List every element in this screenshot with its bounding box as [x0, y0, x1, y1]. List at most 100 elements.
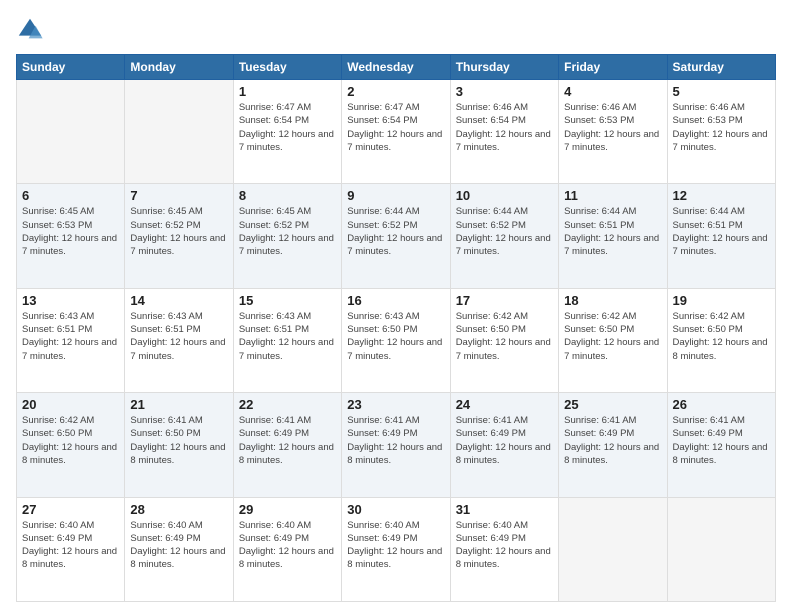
calendar-day-cell: 14 Sunrise: 6:43 AMSunset: 6:51 PMDayligh… — [125, 288, 233, 392]
day-info: Sunrise: 6:46 AMSunset: 6:53 PMDaylight:… — [673, 101, 770, 154]
calendar-day-cell: 7 Sunrise: 6:45 AMSunset: 6:52 PMDaylight… — [125, 184, 233, 288]
day-info: Sunrise: 6:45 AMSunset: 6:52 PMDaylight:… — [239, 205, 336, 258]
day-number: 5 — [673, 84, 770, 99]
day-number: 13 — [22, 293, 119, 308]
day-number: 26 — [673, 397, 770, 412]
day-info: Sunrise: 6:41 AMSunset: 6:50 PMDaylight:… — [130, 414, 227, 467]
logo — [16, 16, 48, 44]
calendar-day-cell: 3 Sunrise: 6:46 AMSunset: 6:54 PMDaylight… — [450, 80, 558, 184]
calendar-day-cell: 20 Sunrise: 6:42 AMSunset: 6:50 PMDayligh… — [17, 393, 125, 497]
day-info: Sunrise: 6:41 AMSunset: 6:49 PMDaylight:… — [564, 414, 661, 467]
day-info: Sunrise: 6:47 AMSunset: 6:54 PMDaylight:… — [347, 101, 444, 154]
day-info: Sunrise: 6:42 AMSunset: 6:50 PMDaylight:… — [564, 310, 661, 363]
day-number: 21 — [130, 397, 227, 412]
calendar-week-row: 1 Sunrise: 6:47 AMSunset: 6:54 PMDaylight… — [17, 80, 776, 184]
day-number: 22 — [239, 397, 336, 412]
calendar-day-cell: 1 Sunrise: 6:47 AMSunset: 6:54 PMDaylight… — [233, 80, 341, 184]
day-info: Sunrise: 6:42 AMSunset: 6:50 PMDaylight:… — [673, 310, 770, 363]
day-number: 4 — [564, 84, 661, 99]
day-number: 17 — [456, 293, 553, 308]
calendar-table: SundayMondayTuesdayWednesdayThursdayFrid… — [16, 54, 776, 602]
calendar-day-cell: 31 Sunrise: 6:40 AMSunset: 6:49 PMDayligh… — [450, 497, 558, 601]
calendar-day-cell: 23Sunrise: 6:41 AMSunset: 6:49 PMDayligh… — [342, 393, 450, 497]
calendar-day-cell: 16 Sunrise: 6:43 AMSunset: 6:50 PMDayligh… — [342, 288, 450, 392]
calendar-day-cell: 13 Sunrise: 6:43 AMSunset: 6:51 PMDayligh… — [17, 288, 125, 392]
day-number: 8 — [239, 188, 336, 203]
day-number: 6 — [22, 188, 119, 203]
day-number: 14 — [130, 293, 227, 308]
day-info: Sunrise: 6:44 AMSunset: 6:52 PMDaylight:… — [456, 205, 553, 258]
day-info: Sunrise: 6:45 AMSunset: 6:53 PMDaylight:… — [22, 205, 119, 258]
calendar-body: 1 Sunrise: 6:47 AMSunset: 6:54 PMDaylight… — [17, 80, 776, 602]
day-info: Sunrise: 6:44 AMSunset: 6:51 PMDaylight:… — [673, 205, 770, 258]
calendar-day-cell — [559, 497, 667, 601]
calendar-day-cell: 28 Sunrise: 6:40 AMSunset: 6:49 PMDayligh… — [125, 497, 233, 601]
calendar-day-cell: 11Sunrise: 6:44 AMSunset: 6:51 PMDayligh… — [559, 184, 667, 288]
day-number: 30 — [347, 502, 444, 517]
calendar-week-row: 20 Sunrise: 6:42 AMSunset: 6:50 PMDayligh… — [17, 393, 776, 497]
day-number: 1 — [239, 84, 336, 99]
day-info: Sunrise: 6:40 AMSunset: 6:49 PMDaylight:… — [239, 519, 336, 572]
calendar-day-cell: 12 Sunrise: 6:44 AMSunset: 6:51 PMDayligh… — [667, 184, 775, 288]
day-info: Sunrise: 6:45 AMSunset: 6:52 PMDaylight:… — [130, 205, 227, 258]
page-container: SundayMondayTuesdayWednesdayThursdayFrid… — [0, 0, 792, 612]
calendar-day-cell: 5 Sunrise: 6:46 AMSunset: 6:53 PMDaylight… — [667, 80, 775, 184]
day-info: Sunrise: 6:43 AMSunset: 6:51 PMDaylight:… — [22, 310, 119, 363]
calendar-day-cell: 6 Sunrise: 6:45 AMSunset: 6:53 PMDaylight… — [17, 184, 125, 288]
day-number: 18 — [564, 293, 661, 308]
day-number: 12 — [673, 188, 770, 203]
day-info: Sunrise: 6:40 AMSunset: 6:49 PMDaylight:… — [130, 519, 227, 572]
day-number: 15 — [239, 293, 336, 308]
day-info: Sunrise: 6:41 AMSunset: 6:49 PMDaylight:… — [239, 414, 336, 467]
logo-icon — [16, 16, 44, 44]
day-info: Sunrise: 6:41 AMSunset: 6:49 PMDaylight:… — [673, 414, 770, 467]
calendar-day-cell: 30Sunrise: 6:40 AMSunset: 6:49 PMDayligh… — [342, 497, 450, 601]
calendar-day-cell: 9 Sunrise: 6:44 AMSunset: 6:52 PMDaylight… — [342, 184, 450, 288]
calendar-day-cell — [17, 80, 125, 184]
day-number: 7 — [130, 188, 227, 203]
day-info: Sunrise: 6:44 AMSunset: 6:52 PMDaylight:… — [347, 205, 444, 258]
day-info: Sunrise: 6:42 AMSunset: 6:50 PMDaylight:… — [22, 414, 119, 467]
calendar-day-cell: 10 Sunrise: 6:44 AMSunset: 6:52 PMDayligh… — [450, 184, 558, 288]
day-number: 25 — [564, 397, 661, 412]
calendar-day-cell: 15Sunrise: 6:43 AMSunset: 6:51 PMDayligh… — [233, 288, 341, 392]
day-info: Sunrise: 6:43 AMSunset: 6:50 PMDaylight:… — [347, 310, 444, 363]
weekday-header-cell: Friday — [559, 55, 667, 80]
day-info: Sunrise: 6:41 AMSunset: 6:49 PMDaylight:… — [456, 414, 553, 467]
day-number: 9 — [347, 188, 444, 203]
page-header — [16, 16, 776, 44]
calendar-day-cell: 18 Sunrise: 6:42 AMSunset: 6:50 PMDayligh… — [559, 288, 667, 392]
day-number: 2 — [347, 84, 444, 99]
day-number: 16 — [347, 293, 444, 308]
day-number: 10 — [456, 188, 553, 203]
day-number: 27 — [22, 502, 119, 517]
calendar-day-cell: 8 Sunrise: 6:45 AMSunset: 6:52 PMDaylight… — [233, 184, 341, 288]
day-number: 23 — [347, 397, 444, 412]
weekday-header-cell: Thursday — [450, 55, 558, 80]
calendar-day-cell: 17 Sunrise: 6:42 AMSunset: 6:50 PMDayligh… — [450, 288, 558, 392]
day-info: Sunrise: 6:43 AMSunset: 6:51 PMDaylight:… — [130, 310, 227, 363]
calendar-week-row: 13 Sunrise: 6:43 AMSunset: 6:51 PMDayligh… — [17, 288, 776, 392]
calendar-day-cell — [667, 497, 775, 601]
day-number: 24 — [456, 397, 553, 412]
calendar-day-cell: 19 Sunrise: 6:42 AMSunset: 6:50 PMDayligh… — [667, 288, 775, 392]
day-number: 3 — [456, 84, 553, 99]
calendar-day-cell: 21 Sunrise: 6:41 AMSunset: 6:50 PMDayligh… — [125, 393, 233, 497]
day-info: Sunrise: 6:40 AMSunset: 6:49 PMDaylight:… — [22, 519, 119, 572]
day-info: Sunrise: 6:47 AMSunset: 6:54 PMDaylight:… — [239, 101, 336, 154]
weekday-header-cell: Sunday — [17, 55, 125, 80]
day-info: Sunrise: 6:40 AMSunset: 6:49 PMDaylight:… — [456, 519, 553, 572]
calendar-day-cell: 27 Sunrise: 6:40 AMSunset: 6:49 PMDayligh… — [17, 497, 125, 601]
calendar-day-cell — [125, 80, 233, 184]
weekday-header-cell: Tuesday — [233, 55, 341, 80]
day-info: Sunrise: 6:46 AMSunset: 6:54 PMDaylight:… — [456, 101, 553, 154]
day-info: Sunrise: 6:42 AMSunset: 6:50 PMDaylight:… — [456, 310, 553, 363]
day-info: Sunrise: 6:44 AMSunset: 6:51 PMDaylight:… — [564, 205, 661, 258]
day-number: 31 — [456, 502, 553, 517]
day-number: 20 — [22, 397, 119, 412]
day-number: 28 — [130, 502, 227, 517]
calendar-day-cell: 25 Sunrise: 6:41 AMSunset: 6:49 PMDayligh… — [559, 393, 667, 497]
day-number: 29 — [239, 502, 336, 517]
day-number: 19 — [673, 293, 770, 308]
calendar-day-cell: 2 Sunrise: 6:47 AMSunset: 6:54 PMDaylight… — [342, 80, 450, 184]
